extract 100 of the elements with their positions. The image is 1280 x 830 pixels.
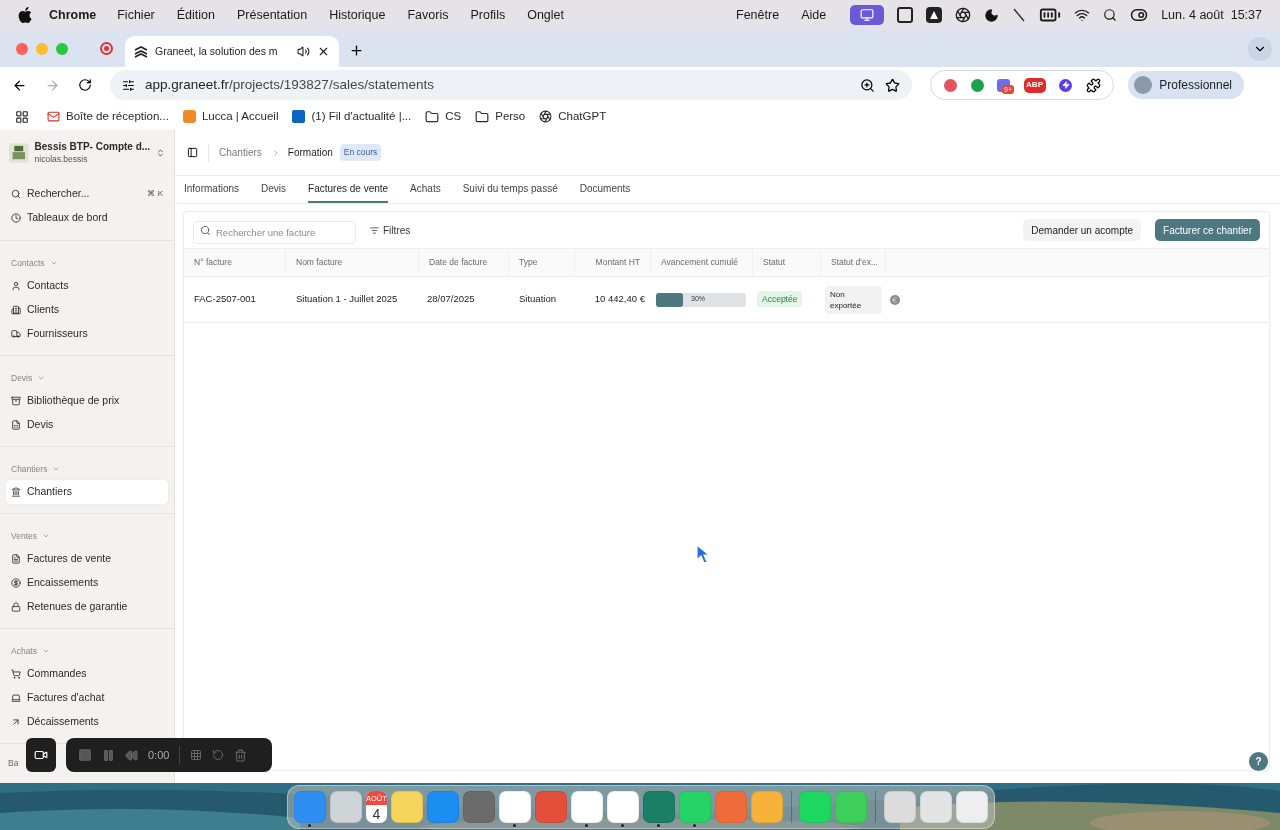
pause-icon[interactable] [102,748,115,762]
site-settings-icon[interactable] [122,78,135,92]
speaker-icon[interactable] [297,45,310,58]
sidebar-item[interactable]: Contacts [6,274,168,298]
extensions-icon[interactable] [1085,77,1101,93]
new-tab-icon[interactable] [349,43,364,58]
help-button[interactable]: ? [1249,752,1268,771]
close-window-icon[interactable] [16,42,28,55]
sidebar-item[interactable]: Factures de vente [6,547,168,571]
search-icon[interactable] [1103,8,1118,22]
camera-button[interactable] [26,738,56,772]
square-icon[interactable] [897,7,914,23]
apps-icon[interactable] [15,109,29,124]
coin-icon[interactable] [890,294,900,305]
tab[interactable]: Documents [579,176,631,203]
moon-icon[interactable] [984,7,1000,23]
sidebar-item[interactable]: Retenues de garantie [6,595,168,619]
chevron-icon[interactable] [42,647,50,655]
sidebar-item[interactable]: Commandes [6,662,168,686]
tab[interactable]: Devis [261,176,287,203]
switch-icon[interactable] [156,147,165,158]
menu-item[interactable]: Favoris [407,5,449,25]
primary-button[interactable]: Facturer ce chantier [1155,219,1260,241]
extension-icon[interactable] [1059,78,1073,92]
tab[interactable]: Factures de vente [308,176,389,203]
sidebar-toggle-icon[interactable] [187,147,198,158]
app-icon[interactable] [799,791,832,823]
app-icon[interactable] [498,791,531,823]
menu-item[interactable]: Édition [176,5,215,25]
column-header[interactable]: Type [509,249,575,276]
app-icon[interactable] [884,791,916,823]
filter-button[interactable]: Filtres [370,222,411,238]
sidebar-item[interactable]: Clients [6,298,168,322]
extension-icon[interactable] [944,78,958,92]
forward-icon[interactable] [45,77,60,93]
app-icon[interactable] [390,791,423,823]
control-center-icon[interactable] [1130,6,1149,24]
aperture-icon[interactable] [955,7,972,23]
wifi-icon[interactable] [1074,7,1091,23]
app-icon[interactable] [534,791,567,823]
menu-item[interactable]: Profils [470,5,506,25]
app-icon[interactable] [835,791,868,823]
sidebar-item[interactable]: Chantiers [6,480,168,504]
app-icon[interactable] [606,791,639,823]
column-header[interactable]: Statut d'ex... [821,249,886,276]
menu-item[interactable]: Aide [801,5,827,25]
tab[interactable]: Informations [184,176,240,203]
sidebar-item[interactable]: Factures d'achat [6,686,168,710]
maximize-icon[interactable] [56,42,68,55]
tab-menu-button[interactable] [1248,37,1272,61]
chevron-icon[interactable] [37,374,46,382]
app-icon[interactable] [920,791,952,823]
column-header[interactable]: Montant HT [575,249,651,276]
address-field[interactable]: app.graneet.fr/projects/193827/sales/statements [110,70,913,100]
app-icon[interactable] [462,791,495,823]
menu-item[interactable]: Présentation [237,5,308,25]
trash-icon[interactable] [234,748,248,762]
menu-item[interactable]: Fenêtre [736,5,780,25]
chevron-icon[interactable] [42,532,50,540]
rewind-icon[interactable] [125,748,138,762]
app-icon[interactable] [750,791,783,823]
reload-icon[interactable] [78,78,92,92]
tab[interactable]: Achats [410,176,441,203]
sidebar-item[interactable]: Tableaux de bord [6,206,168,230]
column-header[interactable]: Date de facture [419,249,509,276]
apple-icon[interactable] [18,7,32,23]
extension-icon[interactable]: ABP [1023,77,1046,93]
app-icon[interactable] [642,791,675,823]
app-menu[interactable]: Chrome [49,5,97,25]
slash-icon[interactable] [1012,8,1027,22]
bookmark[interactable]: ChatGPT [558,107,607,126]
sidebar-item[interactable]: Bibliothèque de prix [6,389,168,413]
sidebar-item[interactable]: Rechercher... ⌘ K [6,182,168,206]
sidebar-item[interactable]: Devis [6,413,168,437]
bookmark-star-icon[interactable] [885,77,901,93]
bookmark[interactable]: Perso [495,107,526,126]
browser-tab[interactable]: Graneet, la solution des m [125,36,339,67]
search-field[interactable]: Rechercher une facture [193,220,356,244]
record-icon[interactable] [100,42,113,55]
secondary-button[interactable]: Demander un acompte [1023,219,1142,241]
screen-mirroring-icon[interactable] [850,5,885,25]
column-header[interactable]: Avancement cumulé [651,249,753,276]
back-icon[interactable] [12,77,27,93]
tab[interactable]: Suivi du temps passé [462,176,558,203]
column-header[interactable]: N° facture [184,249,286,276]
column-header[interactable]: Nom facture [286,249,419,276]
profile-button[interactable]: Professionnel [1128,71,1244,99]
menu-item[interactable]: Fichier [117,5,155,25]
menu-item[interactable]: Onglet [527,5,564,25]
bookmark[interactable]: CS [445,107,462,126]
chevron-icon[interactable] [49,259,58,267]
sidebar-item[interactable]: Fournisseurs [6,322,168,346]
bookmark[interactable]: Boîte de réception... [66,107,169,126]
grid-icon[interactable] [190,749,203,761]
breadcrumb-link[interactable]: Chantiers [219,145,262,160]
sidebar-item[interactable]: Encaissements [6,571,168,595]
extension-icon[interactable] [970,78,984,92]
close-icon[interactable] [317,45,330,58]
column-header[interactable]: Statut [753,249,821,276]
chevron-icon[interactable] [52,465,61,473]
